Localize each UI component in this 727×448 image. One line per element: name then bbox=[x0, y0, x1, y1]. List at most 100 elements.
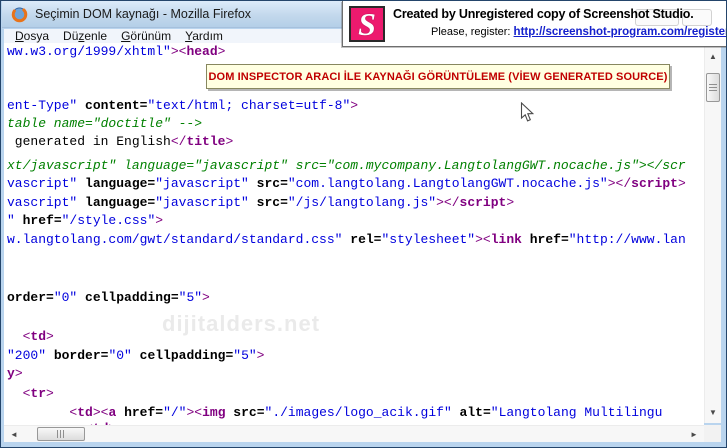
menu-item[interactable]: Düzenle bbox=[56, 29, 114, 43]
source-line: vascript" language="javascript" src="/js… bbox=[7, 196, 514, 210]
code-token: order= bbox=[7, 290, 54, 305]
code-token: language= bbox=[77, 176, 155, 191]
source-line: vascript" language="javascript" src="com… bbox=[7, 177, 686, 191]
firefox-view-source-window: Seçimin DOM kaynağı - Mozilla Firefox Do… bbox=[0, 0, 727, 448]
screenshot-studio-watermark: S Created by Unregistered copy of Screen… bbox=[342, 1, 727, 47]
code-token: img bbox=[202, 405, 225, 420]
code-token bbox=[7, 386, 23, 401]
vertical-scrollbar[interactable]: ▲ ▼ bbox=[704, 47, 721, 423]
code-token: rel= bbox=[342, 232, 381, 247]
code-token: language= bbox=[77, 195, 155, 210]
code-token: "200" bbox=[7, 348, 46, 363]
source-line: <td><a href="/"><img src="./images/logo_… bbox=[7, 406, 662, 420]
code-token bbox=[7, 405, 69, 420]
source-line: "200" border="0" cellpadding="5"> bbox=[7, 349, 264, 363]
code-token: </ bbox=[171, 134, 187, 149]
scrollbar-corner bbox=[704, 425, 721, 442]
code-token: src= bbox=[226, 405, 265, 420]
code-token: > bbox=[350, 98, 358, 113]
code-token: "com.langtolang.LangtolangGWT.nocache.js… bbox=[288, 176, 608, 191]
code-token: > bbox=[257, 348, 265, 363]
code-token bbox=[7, 329, 23, 344]
mouse-cursor bbox=[520, 102, 534, 128]
scroll-right-icon[interactable]: ► bbox=[686, 431, 702, 439]
thumb-grip bbox=[57, 430, 65, 438]
source-line: generated in English</title> bbox=[7, 135, 233, 149]
watermark-register-line: Please, register: http://screenshot-prog… bbox=[431, 26, 727, 38]
code-token: "/" bbox=[163, 405, 186, 420]
code-token: "/js/langtolang.js" bbox=[288, 195, 436, 210]
code-token: href= bbox=[522, 232, 569, 247]
code-token: > bbox=[225, 134, 233, 149]
source-line: y> bbox=[7, 367, 23, 381]
firefox-icon bbox=[11, 6, 28, 23]
annotation-text: DOM INSPECTOR ARACI İLE KAYNAĞI GÖRÜNTÜL… bbox=[209, 71, 668, 83]
source-line: w.langtolang.com/gwt/standard/standard.c… bbox=[7, 233, 686, 247]
horizontal-scroll-thumb[interactable] bbox=[37, 427, 85, 441]
source-line: ww.w3.org/1999/xhtml"><head> bbox=[7, 45, 225, 59]
code-token: tr bbox=[30, 386, 46, 401]
code-token: > bbox=[46, 386, 54, 401]
code-token: td bbox=[30, 329, 46, 344]
code-token: "0" bbox=[54, 290, 77, 305]
code-token: > bbox=[46, 329, 54, 344]
vertical-scroll-thumb[interactable] bbox=[706, 73, 720, 102]
code-token: > bbox=[218, 44, 226, 59]
code-token: "Langtolang Multilingu bbox=[491, 405, 663, 420]
source-line: <tr> bbox=[7, 387, 54, 401]
code-token: src= bbox=[249, 176, 288, 191]
code-token: "javascript" bbox=[155, 176, 249, 191]
code-token: >< bbox=[186, 405, 202, 420]
register-link[interactable]: http://screenshot-program.com/register bbox=[514, 26, 727, 38]
code-token: table name="doctitle" --> bbox=[7, 116, 202, 131]
code-token: "http://www.lan bbox=[569, 232, 686, 247]
code-token: "5" bbox=[233, 348, 256, 363]
code-token: "javascript" bbox=[155, 195, 249, 210]
code-token: href= bbox=[15, 213, 62, 228]
annotation-callout: DOM INSPECTOR ARACI İLE KAYNAĞI GÖRÜNTÜL… bbox=[206, 64, 670, 89]
source-line: <td> bbox=[7, 330, 54, 344]
code-token: cellpadding= bbox=[77, 290, 178, 305]
code-token: content= bbox=[77, 98, 147, 113]
horizontal-scrollbar[interactable]: ◄ ► bbox=[4, 425, 704, 442]
code-token: script bbox=[631, 176, 678, 191]
scroll-down-icon[interactable]: ▼ bbox=[705, 409, 721, 417]
code-token: cellpadding= bbox=[132, 348, 233, 363]
code-token: "5" bbox=[179, 290, 202, 305]
source-line: xt/javascript" language="javascript" src… bbox=[7, 159, 686, 173]
register-prefix: Please, register: bbox=[431, 26, 510, 38]
source-view: dijitalders.net ww.w3.org/1999/xhtml"><h… bbox=[4, 43, 704, 425]
site-watermark: dijitalders.net bbox=[162, 311, 320, 337]
window-title: Seçimin DOM kaynağı - Mozilla Firefox bbox=[35, 7, 251, 21]
thumb-grip bbox=[709, 84, 717, 92]
code-token: xt/javascript" language="javascript" src… bbox=[7, 158, 686, 173]
source-line: table name="doctitle" --> bbox=[7, 117, 202, 131]
code-token: generated in English bbox=[7, 134, 171, 149]
code-token: "0" bbox=[108, 348, 131, 363]
code-token: "text/html; charset=utf-8" bbox=[147, 98, 350, 113]
menu-item[interactable]: Yardım bbox=[178, 29, 230, 43]
code-token: "stylesheet" bbox=[381, 232, 475, 247]
source-line: " href="/style.css"> bbox=[7, 214, 163, 228]
code-token: head bbox=[186, 44, 217, 59]
code-token: "/style.css" bbox=[62, 213, 156, 228]
menu-item[interactable]: Dosya bbox=[8, 29, 56, 43]
scroll-left-icon[interactable]: ◄ bbox=[6, 431, 22, 439]
code-token: > bbox=[202, 290, 210, 305]
code-token: >< bbox=[475, 232, 491, 247]
code-token: alt= bbox=[452, 405, 491, 420]
code-token: link bbox=[491, 232, 522, 247]
code-token: ></ bbox=[608, 176, 631, 191]
code-token: src= bbox=[249, 195, 288, 210]
code-token: ent-Type" bbox=[7, 98, 77, 113]
menu-item[interactable]: Görünüm bbox=[114, 29, 178, 43]
scroll-up-icon[interactable]: ▲ bbox=[705, 53, 721, 61]
code-token: y bbox=[7, 366, 15, 381]
code-token: script bbox=[460, 195, 507, 210]
code-token: vascript" bbox=[7, 176, 77, 191]
code-token: > bbox=[155, 213, 163, 228]
code-token: href= bbox=[116, 405, 163, 420]
code-token: >< bbox=[93, 405, 109, 420]
code-token: > bbox=[678, 176, 686, 191]
code-token: " bbox=[7, 213, 15, 228]
